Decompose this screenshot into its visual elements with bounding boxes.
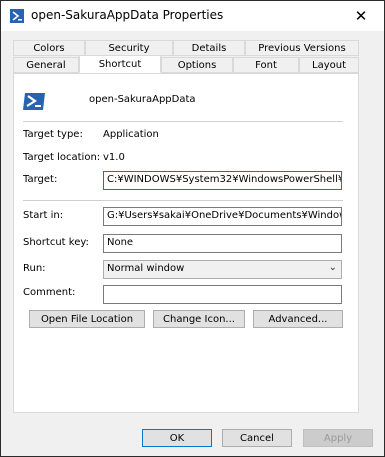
tab-options[interactable]: Options xyxy=(161,57,233,73)
target-input[interactable]: C:¥WINDOWS¥System32¥WindowsPowerShell¥v1… xyxy=(103,171,342,190)
run-label: Run: xyxy=(23,263,46,274)
title-bar[interactable]: open-SakuraAppData Properties ✕ xyxy=(1,1,384,31)
target-type-label: Target type: xyxy=(23,129,83,140)
tab-general[interactable]: General xyxy=(13,57,79,73)
tab-details[interactable]: Details xyxy=(173,40,245,56)
comment-label: Comment: xyxy=(23,287,76,298)
separator xyxy=(23,121,343,122)
tab-font[interactable]: Font xyxy=(233,57,299,73)
run-select[interactable]: Normal window ⌄ xyxy=(103,260,342,279)
open-file-location-button[interactable]: Open File Location xyxy=(29,310,145,328)
ok-button[interactable]: OK xyxy=(142,429,212,447)
apply-button[interactable]: Apply xyxy=(303,429,373,447)
close-icon[interactable]: ✕ xyxy=(338,1,384,31)
start-in-label: Start in: xyxy=(23,210,64,221)
target-label: Target: xyxy=(23,174,58,185)
shortcut-key-label: Shortcut key: xyxy=(23,237,89,248)
tab-security[interactable]: Security xyxy=(85,40,173,56)
comment-input[interactable] xyxy=(103,285,342,304)
target-location-label: Target location: xyxy=(23,152,101,163)
run-select-value: Normal window xyxy=(107,263,185,274)
tab-colors[interactable]: Colors xyxy=(13,40,85,56)
window-title: open-SakuraAppData Properties xyxy=(31,8,224,22)
shortcut-name: open-SakuraAppData xyxy=(89,94,196,105)
cancel-button[interactable]: Cancel xyxy=(222,429,292,447)
separator xyxy=(23,200,343,201)
tab-layout[interactable]: Layout xyxy=(299,57,359,73)
properties-dialog: open-SakuraAppData Properties ✕ Colors S… xyxy=(0,0,385,457)
shortcut-key-input[interactable]: None xyxy=(103,234,342,253)
powershell-app-icon xyxy=(23,93,45,110)
tab-previous-versions[interactable]: Previous Versions xyxy=(245,40,359,56)
change-icon-button[interactable]: Change Icon... xyxy=(153,310,245,328)
target-location-value: v1.0 xyxy=(103,152,125,163)
chevron-down-icon: ⌄ xyxy=(328,262,337,273)
tab-shortcut[interactable]: Shortcut xyxy=(79,55,161,73)
start-in-input[interactable]: G:¥Users¥sakai¥OneDrive¥Documents¥Window… xyxy=(103,207,342,226)
advanced-button[interactable]: Advanced... xyxy=(253,310,343,328)
powershell-icon xyxy=(10,9,24,23)
target-type-value: Application xyxy=(103,129,159,140)
